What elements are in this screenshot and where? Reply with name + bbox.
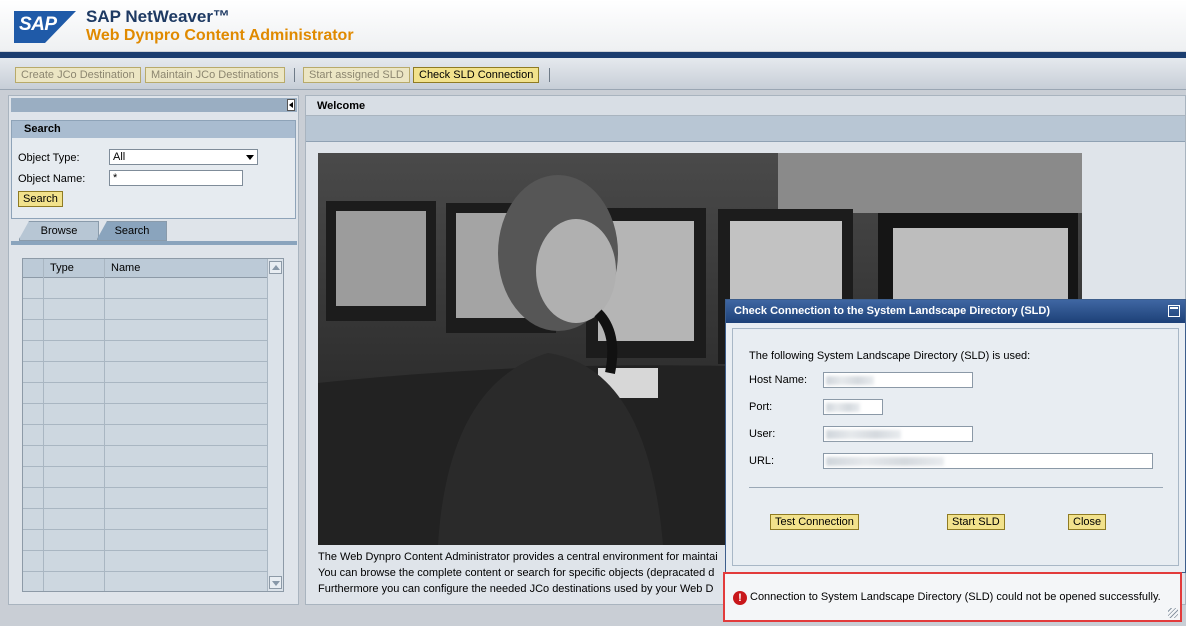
search-group-title: Search: [12, 121, 295, 138]
url-field[interactable]: [823, 453, 1153, 469]
resize-grip-icon[interactable]: [1168, 608, 1178, 618]
table-row[interactable]: [23, 446, 268, 467]
user-field[interactable]: [823, 426, 973, 442]
table-row[interactable]: [23, 488, 268, 509]
object-name-input[interactable]: *: [109, 170, 243, 186]
dialog-body: The following System Landscape Directory…: [732, 328, 1179, 566]
table-row[interactable]: [23, 299, 268, 320]
object-name-label: Object Name:: [18, 173, 86, 185]
description-line: The Web Dynpro Content Administrator pro…: [318, 551, 718, 563]
tab-underline: [11, 241, 297, 245]
test-connection-button[interactable]: Test Connection: [770, 514, 859, 530]
table-row[interactable]: [23, 530, 268, 551]
object-type-label: Object Type:: [18, 152, 80, 164]
error-icon: !: [733, 591, 747, 605]
host-name-field[interactable]: [823, 372, 973, 388]
close-button[interactable]: Close: [1068, 514, 1107, 530]
table-row[interactable]: [23, 467, 268, 488]
tab-search[interactable]: Search: [97, 221, 167, 241]
tab-browse[interactable]: Browse: [19, 221, 99, 241]
app-title: Web Dynpro Content Administrator: [86, 27, 354, 44]
maximize-icon[interactable]: [1168, 305, 1180, 317]
search-button[interactable]: Search: [18, 191, 63, 207]
port-field[interactable]: [823, 399, 883, 415]
collapse-panel-icon[interactable]: [287, 99, 295, 111]
table-row[interactable]: [23, 383, 268, 404]
welcome-description: The Web Dynpro Content Administrator pro…: [318, 549, 738, 597]
toolbar-separator: [549, 68, 550, 82]
user-label: User:: [749, 428, 776, 440]
url-label: URL:: [749, 455, 775, 467]
start-sld-button[interactable]: Start SLD: [947, 514, 1005, 530]
table-scrollbar[interactable]: [267, 259, 283, 591]
dialog-title: Check Connection to the System Landscape…: [726, 300, 1185, 323]
dialog-separator: [749, 487, 1163, 488]
host-name-label: Host Name:: [749, 374, 808, 386]
check-sld-connection-button[interactable]: Check SLD Connection: [413, 67, 540, 83]
maintain-jco-destinations-button[interactable]: Maintain JCo Destinations: [145, 67, 285, 83]
welcome-title: Welcome: [306, 96, 1185, 116]
table-row[interactable]: [23, 509, 268, 530]
app-header: SAP SAP NetWeaver™ Web Dynpro Content Ad…: [0, 0, 1186, 52]
start-assigned-sld-button[interactable]: Start assigned SLD: [303, 67, 410, 83]
port-label: Port:: [749, 401, 773, 413]
object-type-select[interactable]: All: [109, 149, 258, 165]
description-line: Furthermore you can configure the needed…: [318, 583, 714, 595]
column-header-name[interactable]: Name: [111, 262, 140, 274]
column-header-type[interactable]: Type: [50, 262, 74, 274]
object-type-value: All: [113, 151, 126, 163]
check-sld-dialog: Check Connection to the System Landscape…: [725, 299, 1186, 573]
panel-header-bar: [11, 98, 297, 112]
toolbar-separator: [294, 68, 295, 82]
results-table: Type Name: [22, 258, 284, 592]
chevron-down-icon: [246, 155, 254, 160]
error-message-bar: ! Connection to System Landscape Directo…: [723, 572, 1182, 622]
navigation-panel: Search Object Type: All Object Name: * S…: [8, 95, 299, 605]
table-row[interactable]: [23, 551, 268, 572]
description-line: You can browse the complete content or s…: [318, 567, 715, 579]
column-divider: [104, 259, 105, 591]
table-row[interactable]: [23, 404, 268, 425]
scroll-down-icon[interactable]: [269, 576, 282, 589]
table-row[interactable]: [23, 572, 268, 591]
toolbar: Create JCo Destination Maintain JCo Dest…: [0, 58, 1186, 90]
column-divider: [43, 259, 44, 591]
table-row[interactable]: [23, 320, 268, 341]
search-group: Search Object Type: All Object Name: * S…: [11, 120, 296, 219]
create-jco-destination-button[interactable]: Create JCo Destination: [15, 67, 141, 83]
table-row[interactable]: [23, 425, 268, 446]
error-message-text: Connection to System Landscape Directory…: [750, 591, 1161, 603]
table-row[interactable]: [23, 278, 268, 299]
scroll-up-icon[interactable]: [269, 261, 282, 274]
dialog-intro: The following System Landscape Directory…: [749, 350, 1031, 362]
product-name: SAP NetWeaver™: [86, 7, 230, 26]
sap-logo: SAP: [14, 11, 76, 43]
welcome-header-strip: [306, 116, 1185, 142]
table-row[interactable]: [23, 362, 268, 383]
table-row[interactable]: [23, 341, 268, 362]
table-header: Type Name: [23, 259, 268, 278]
